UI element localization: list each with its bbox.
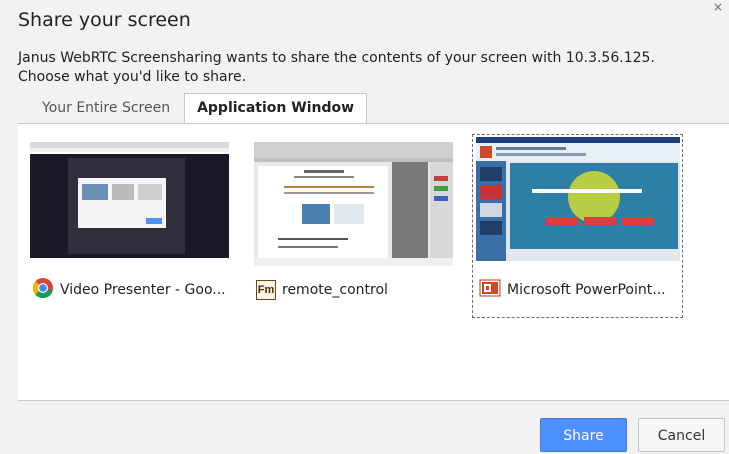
framemaker-icon: Fm [256, 280, 276, 300]
tab-entire-screen[interactable]: Your Entire Screen [30, 93, 182, 123]
dialog-title: Share your screen [18, 9, 191, 31]
window-item-video-presenter[interactable]: Video Presenter - Goo... [18, 134, 229, 320]
window-item-remote-control[interactable]: Fm remote_control [242, 134, 453, 320]
dialog-description: Janus WebRTC Screensharing wants to shar… [18, 50, 655, 85]
window-label: Microsoft PowerPoint... [507, 282, 666, 298]
window-label: Video Presenter - Goo... [60, 282, 226, 298]
thumbnail-remote-control [254, 142, 453, 266]
thumbnail-video-presenter [30, 142, 229, 266]
cancel-button[interactable]: Cancel [638, 418, 725, 452]
powerpoint-icon [479, 278, 501, 302]
window-label-row: Fm remote_control [256, 278, 456, 302]
chrome-icon [32, 277, 54, 303]
window-thumbnail [476, 137, 680, 261]
window-label-row: Microsoft PowerPoint... [479, 278, 679, 302]
close-icon[interactable]: × [713, 0, 723, 14]
window-item-powerpoint[interactable]: Microsoft PowerPoint... [472, 134, 683, 318]
tab-application-window[interactable]: Application Window [184, 93, 368, 124]
share-screen-dialog: × Share your screen Janus WebRTC Screens… [0, 0, 729, 454]
window-label: remote_control [282, 282, 388, 298]
tab-bar: Your Entire Screen Application Window [30, 93, 368, 124]
share-button[interactable]: Share [540, 418, 627, 452]
thumbnail-powerpoint [476, 137, 680, 261]
window-thumbnail [30, 142, 229, 266]
window-picker-panel: Video Presenter - Goo... Fm remote_contr… [18, 123, 729, 401]
window-thumbnail [254, 142, 453, 266]
window-label-row: Video Presenter - Goo... [32, 278, 232, 302]
